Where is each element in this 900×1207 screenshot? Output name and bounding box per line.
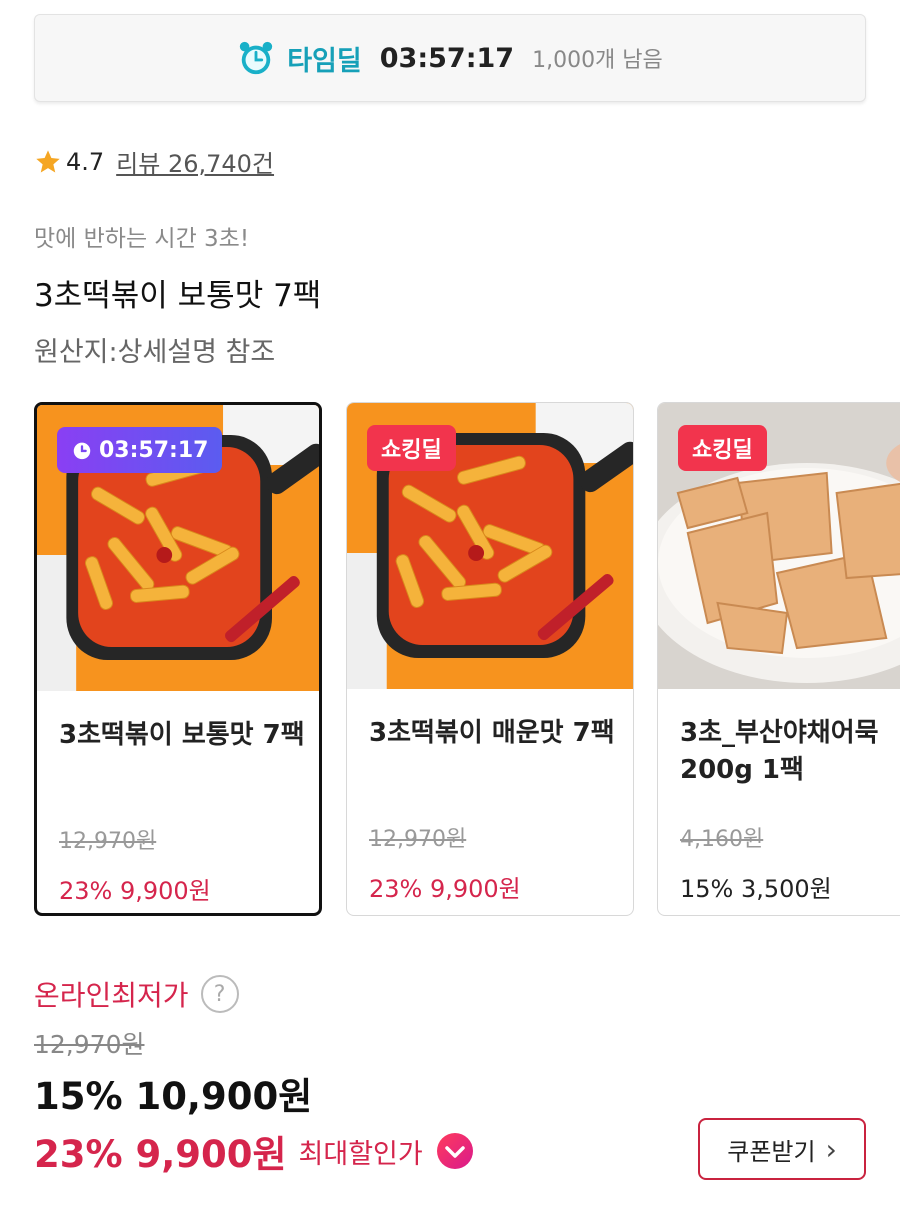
product-card[interactable]: 쇼킹딜 3초_부산야채어묵 200g 1팩 4,160원 15% 3,500원 — [657, 402, 900, 916]
badge-label: 쇼킹딜 — [692, 438, 753, 463]
product-card-orig-price: 4,160원 — [680, 827, 764, 852]
timedeal-stock: 1,000개 남음 — [532, 48, 663, 73]
product-card-info: 3초_부산야채어묵 200g 1팩 4,160원 15% 3,500원 — [680, 715, 900, 904]
product-card-name: 3초떡볶이 매운맛 7팩 — [369, 718, 615, 748]
coupon-button-label: 쿠폰받기 — [727, 1137, 816, 1166]
timedeal-badge: 03:57:17 — [57, 427, 223, 473]
product-card-sale-price: 23% 9,900원 — [59, 877, 211, 905]
rating-score: 4.7 — [66, 147, 105, 176]
product-card-info: 3초떡볶이 매운맛 7팩 12,970원 23% 9,900원 — [369, 715, 623, 904]
product-card-orig-price: 12,970원 — [59, 829, 157, 854]
product-card-name: 3초떡볶이 보통맛 7팩 — [59, 720, 305, 750]
help-icon[interactable]: ? — [200, 975, 239, 1013]
product-origin: 원산지:상세설명 참조 — [34, 337, 276, 368]
product-title: 3초떡볶이 보통맛 7팩 — [34, 278, 322, 314]
badge-label: 쇼킹딜 — [381, 438, 442, 463]
shocking-deal-badge: 쇼킹딜 — [367, 425, 456, 471]
max-discount-price: 23% 9,900원 — [34, 1133, 287, 1176]
lowest-price-row: 온라인최저가 ? — [34, 974, 239, 1014]
product-card-info: 3초떡볶이 보통맛 7팩 12,970원 23% 9,900원 — [59, 717, 309, 906]
timedeal-timer: 03:57:17 — [379, 42, 515, 74]
lowest-price-label: 온라인최저가 — [34, 979, 189, 1012]
product-card-sale-price: 23% 9,900원 — [369, 875, 521, 903]
product-card-orig-price: 12,970원 — [369, 827, 467, 852]
review-count-link[interactable]: 리뷰 26,740건 — [116, 144, 274, 179]
alarm-clock-icon — [73, 442, 91, 460]
star-icon — [36, 149, 60, 172]
timedeal-banner: 타임딜 03:57:17 1,000개 남음 — [34, 14, 866, 102]
rating-row: 4.7 리뷰 26,740건 — [34, 144, 274, 179]
max-discount-label: 최대할인가 — [298, 1138, 423, 1170]
badge-label: 03:57:17 — [99, 437, 209, 463]
product-card[interactable]: 03:57:17 3초떡볶이 보통맛 7팩 12,970원 23% 9,900원 — [34, 402, 322, 916]
chevron-down-badge-icon[interactable] — [435, 1131, 475, 1171]
max-discount-row: 23% 9,900원 최대할인가 — [34, 1124, 475, 1178]
product-card-sale-price: 15% 3,500원 — [680, 875, 832, 903]
chevron-right-icon: › — [825, 1132, 837, 1166]
discount-price: 15% 10,900원 — [34, 1075, 313, 1118]
product-card-name: 3초_부산야채어묵 200g 1팩 — [680, 718, 879, 785]
original-price: 12,970원 — [34, 1030, 145, 1059]
product-subtitle: 맛에 반하는 시간 3초! — [34, 226, 250, 252]
shocking-deal-badge: 쇼킹딜 — [678, 425, 767, 471]
timedeal-label: 타임딜 — [287, 45, 362, 77]
get-coupon-button[interactable]: 쿠폰받기 › — [698, 1118, 866, 1180]
alarm-clock-icon — [240, 41, 273, 75]
product-card[interactable]: 쇼킹딜 3초떡볶이 매운맛 7팩 12,970원 23% 9,900원 — [346, 402, 634, 916]
